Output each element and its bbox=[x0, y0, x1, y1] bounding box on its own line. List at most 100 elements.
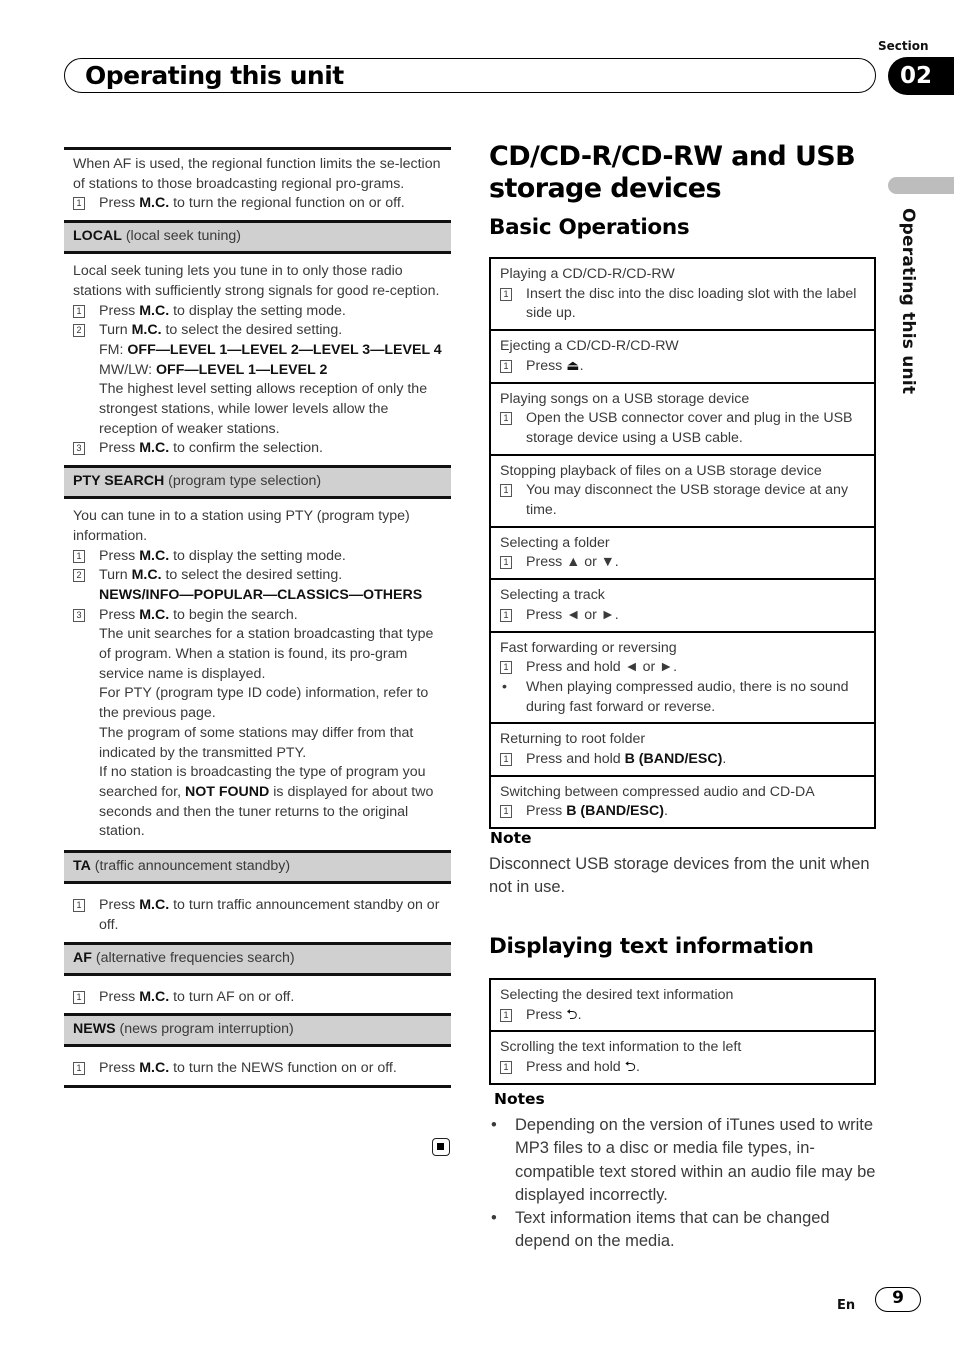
pty-options: NEWS/INFO—POPULAR—CLASSICS—OTHERS bbox=[99, 586, 423, 603]
pty-p2: For PTY (program type ID code) informati… bbox=[99, 685, 429, 722]
fm-options: FM: OFF—LEVEL 1—LEVEL 2—LEVEL 3—LEVEL 4 bbox=[99, 341, 442, 358]
local-block: Local seek tuning lets you tune in to on… bbox=[64, 254, 451, 465]
operation-title: Switching between compressed audio and C… bbox=[500, 783, 815, 800]
ta-block: 1 Press M.C. to turn traffic announcemen… bbox=[64, 884, 451, 941]
note-heading: Note bbox=[490, 829, 532, 847]
display-return-icon: ⮌ bbox=[624, 1059, 636, 1076]
step-number: 3 bbox=[73, 608, 85, 622]
side-tab-marker bbox=[888, 177, 954, 194]
operation-title: Fast forwarding or reversing bbox=[500, 639, 677, 656]
section-label: Section bbox=[878, 39, 929, 53]
step-number: 2 bbox=[73, 324, 85, 338]
step-number: 1 bbox=[73, 304, 85, 318]
notes-heading: Notes bbox=[494, 1090, 545, 1108]
step-number: 3 bbox=[73, 442, 85, 456]
step: 1 Press M.C. to turn traffic announcemen… bbox=[73, 896, 442, 935]
regional-block: When AF is used, the regional function l… bbox=[64, 150, 451, 220]
step-number: 1 bbox=[500, 661, 512, 675]
pty-intro: You can tune in to a station using PTY (… bbox=[73, 508, 410, 544]
language-label: En bbox=[837, 1298, 856, 1313]
function-header-ta: TA (traffic announcement standby) bbox=[64, 850, 451, 885]
step-number: 1 bbox=[500, 805, 512, 819]
step-number: 1 bbox=[73, 549, 85, 563]
af-block: 1 Press M.C. to turn AF on or off. bbox=[64, 976, 451, 1014]
bullet-item: • When playing compressed audio, there is… bbox=[502, 678, 849, 715]
pty-p3: The program of some stations may differ … bbox=[99, 724, 414, 761]
regional-text: When AF is used, the regional function l… bbox=[73, 156, 441, 192]
step-number: 1 bbox=[500, 359, 512, 373]
displaying-text-heading: Displaying text information bbox=[489, 934, 814, 959]
operation-title: Selecting a folder bbox=[500, 534, 610, 551]
step-number: 1 bbox=[500, 753, 512, 767]
step: 3 Press M.C. to begin the search. bbox=[73, 606, 442, 626]
step: 1 Press M.C. to display the setting mode… bbox=[73, 302, 442, 322]
step-number: 1 bbox=[500, 1061, 512, 1075]
operation-row: Fast forwarding or reversing 1 Press and … bbox=[491, 630, 874, 723]
operation-row: Returning to root folder 1 Press and hold… bbox=[491, 722, 874, 774]
operation-title: Returning to root folder bbox=[500, 731, 646, 748]
operation-row: Switching between compressed audio and C… bbox=[491, 774, 874, 827]
step: 1 Press M.C. to turn the NEWS function o… bbox=[73, 1059, 442, 1079]
operation-title: Ejecting a CD/CD-R/CD-RW bbox=[500, 338, 679, 355]
operation-title: Scrolling the text information to the le… bbox=[500, 1039, 742, 1056]
operation-row: Playing a CD/CD-R/CD-RW 1 Insert the disc… bbox=[491, 259, 874, 329]
stop-square-icon bbox=[432, 1138, 450, 1156]
step: 1 Press M.C. to display the setting mode… bbox=[73, 547, 442, 567]
page-number: 9 bbox=[875, 1287, 921, 1312]
note-text: Disconnect USB storage devices from the … bbox=[489, 855, 870, 897]
operation-row: Scrolling the text information to the le… bbox=[491, 1030, 874, 1082]
pty-p4: If no station is broadcasting the type o… bbox=[99, 764, 434, 840]
basic-operations-table: Playing a CD/CD-R/CD-RW 1 Insert the disc… bbox=[489, 257, 876, 830]
step-number: 1 bbox=[73, 990, 85, 1004]
function-header-af: AF (alternative frequencies search) bbox=[64, 941, 451, 976]
step-number: 1 bbox=[500, 556, 512, 570]
step-number: 1 bbox=[500, 287, 512, 301]
step-number: 1 bbox=[73, 899, 85, 913]
operation-title: Stopping playback of files on a USB stor… bbox=[500, 462, 822, 479]
operation-title: Playing songs on a USB storage device bbox=[500, 390, 750, 407]
note-item: • Depending on the version of iTunes used… bbox=[491, 1116, 876, 1204]
pty-p1: The unit searches for a station broadcas… bbox=[99, 626, 434, 682]
eject-icon: ⏏ bbox=[566, 357, 580, 374]
section-number-badge: 02 bbox=[888, 57, 954, 95]
left-column: When AF is used, the regional function l… bbox=[64, 147, 451, 1088]
operation-row: Stopping playback of files on a USB stor… bbox=[491, 453, 874, 526]
basic-operations-heading: Basic Operations bbox=[489, 215, 690, 240]
side-tab-label: Operating this unit bbox=[898, 208, 918, 395]
step-number: 1 bbox=[500, 608, 512, 622]
display-return-icon: ⮌ bbox=[566, 1006, 578, 1023]
step: 2 Turn M.C. to select the desired settin… bbox=[73, 321, 442, 341]
local-intro: Local seek tuning lets you tune in to on… bbox=[73, 263, 440, 299]
operation-row: Selecting the desired text information 1… bbox=[491, 980, 874, 1030]
operation-title: Selecting a track bbox=[500, 587, 605, 604]
operation-row: Selecting a folder 1 Press ▲ or ▼. bbox=[491, 525, 874, 578]
step: 1 Press M.C. to turn AF on or off. bbox=[73, 988, 442, 1008]
step-number: 1 bbox=[500, 1008, 512, 1022]
pty-block: You can tune in to a station using PTY (… bbox=[64, 499, 451, 848]
note-item: • Text information items that can be chan… bbox=[491, 1209, 830, 1251]
news-block: 1 Press M.C. to turn the NEWS function o… bbox=[64, 1047, 451, 1085]
step: 1 Press M.C. to turn the regional functi… bbox=[73, 194, 442, 214]
function-header-local: LOCAL (local seek tuning) bbox=[64, 220, 451, 255]
step-number: 1 bbox=[500, 412, 512, 426]
operation-title: Playing a CD/CD-R/CD-RW bbox=[500, 266, 675, 282]
section-heading: CD/CD-R/CD-RW and USB storage devices bbox=[489, 141, 856, 204]
step: 3 Press M.C. to confirm the selection. bbox=[73, 439, 442, 459]
operation-row: Ejecting a CD/CD-R/CD-RW 1 Press ⏏. bbox=[491, 329, 874, 381]
notes-list: • Depending on the version of iTunes used… bbox=[489, 1114, 884, 1254]
step-number: 1 bbox=[73, 197, 85, 211]
local-note: The highest level setting allows recepti… bbox=[99, 381, 428, 437]
page-title: Operating this unit bbox=[85, 61, 344, 90]
operation-title: Selecting the desired text information bbox=[500, 987, 734, 1003]
step: 2 Turn M.C. to select the desired settin… bbox=[73, 566, 442, 586]
operation-row: Selecting a track 1 Press ◄ or ►. bbox=[491, 578, 874, 630]
text-info-table: Selecting the desired text information 1… bbox=[489, 978, 876, 1085]
mw-options: MW/LW: OFF—LEVEL 1—LEVEL 2 bbox=[99, 361, 328, 378]
function-header-news: NEWS (news program interruption) bbox=[64, 1013, 451, 1048]
operation-row: Playing songs on a USB storage device 1O… bbox=[491, 381, 874, 454]
step-number: 1 bbox=[500, 484, 512, 498]
function-header-pty: PTY SEARCH (program type selection) bbox=[64, 465, 451, 500]
step-number: 1 bbox=[73, 1062, 85, 1076]
step-text: Press M.C. to turn the regional function… bbox=[99, 195, 405, 212]
step-number: 2 bbox=[73, 569, 85, 583]
